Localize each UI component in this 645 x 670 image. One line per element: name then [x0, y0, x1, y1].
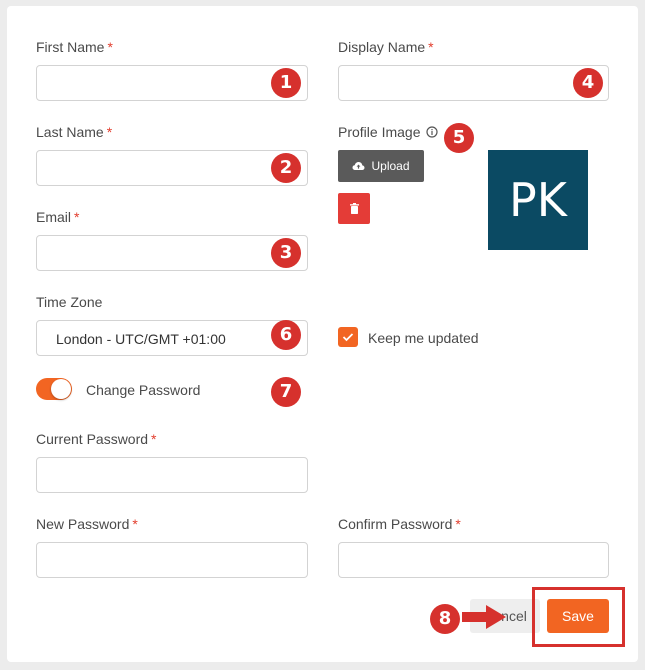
trash-icon [349, 203, 359, 214]
current-password-label: Current Password * [36, 431, 157, 447]
email-input[interactable] [36, 235, 308, 271]
avatar: PK [488, 150, 588, 250]
confirm-password-input[interactable] [338, 542, 609, 578]
email-label: Email * [36, 209, 80, 225]
step-badge-4: 4 [573, 68, 603, 98]
change-password-toggle[interactable] [36, 378, 72, 400]
step-badge-6: 6 [271, 320, 301, 350]
arrow-right-icon [462, 605, 506, 629]
step-badge-2: 2 [271, 153, 301, 183]
new-password-input[interactable] [36, 542, 308, 578]
upload-button-label: Upload [371, 159, 410, 173]
checkmark-icon [342, 333, 354, 342]
last-name-input[interactable] [36, 150, 308, 186]
step-badge-1: 1 [271, 68, 301, 98]
step-badge-3: 3 [271, 238, 301, 268]
cloud-upload-icon [352, 162, 365, 170]
new-password-label: New Password * [36, 516, 138, 532]
time-zone-select[interactable]: London - UTC/GMT +01:00 [36, 320, 308, 356]
time-zone-label: Time Zone [36, 294, 103, 310]
toggle-knob [51, 379, 71, 399]
step-badge-7: 7 [271, 377, 301, 407]
change-password-label: Change Password [86, 382, 201, 398]
keep-updated-label: Keep me updated [368, 330, 479, 346]
display-name-label: Display Name * [338, 39, 434, 55]
display-name-input[interactable] [338, 65, 609, 101]
last-name-label: Last Name * [36, 124, 113, 140]
save-highlight-box [532, 587, 625, 647]
upload-button[interactable]: Upload [338, 150, 424, 182]
current-password-input[interactable] [36, 457, 308, 493]
keep-updated-checkbox[interactable] [338, 327, 358, 347]
info-icon[interactable] [426, 126, 438, 138]
profile-image-label: Profile Image [338, 124, 438, 140]
first-name-input[interactable] [36, 65, 308, 101]
confirm-password-label: Confirm Password * [338, 516, 461, 532]
first-name-label: First Name * [36, 39, 113, 55]
delete-image-button[interactable] [338, 193, 370, 224]
step-badge-8: 8 [430, 604, 460, 634]
step-badge-5: 5 [444, 123, 474, 153]
